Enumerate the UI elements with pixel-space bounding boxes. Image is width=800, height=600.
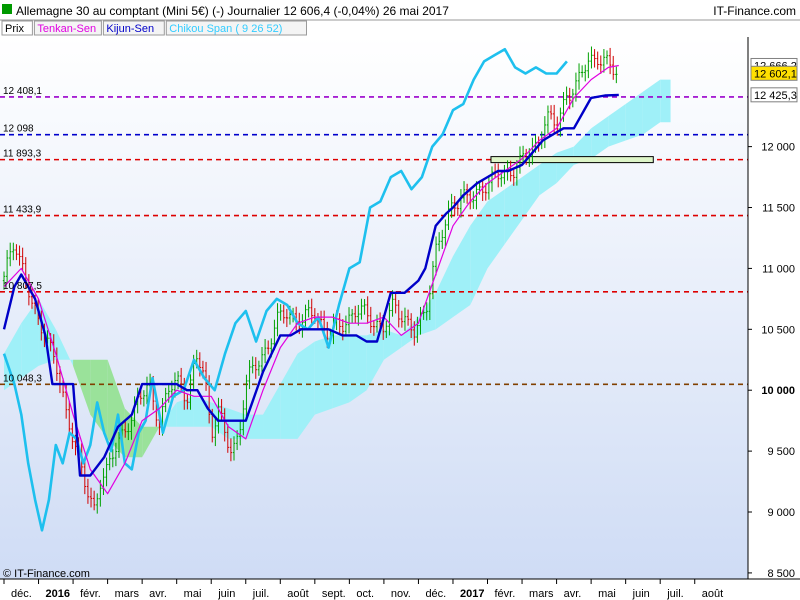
legend-item-label: Prix: [5, 23, 24, 35]
x-tick-label: août: [287, 588, 308, 600]
level-label: 10 807,5: [3, 281, 42, 292]
y-tick-label: 9 500: [767, 446, 795, 458]
x-tick-label: juin: [632, 588, 650, 600]
legend-item-label: Kijun-Sen: [106, 23, 154, 35]
level-label: 12 408,1: [3, 86, 42, 97]
price-tag-label: 12 425,3: [754, 90, 797, 102]
legend: Prix Tenkan-Sen Kijun-Sen Chikou Span ( 9 2…: [1, 20, 307, 36]
x-tick-label: juin: [217, 588, 235, 600]
y-tick-label: 10 000: [761, 385, 795, 397]
y-tick-label: 11 500: [762, 203, 795, 215]
x-tick-label: 2016: [46, 588, 70, 600]
x-tick-label: avr.: [564, 588, 582, 600]
legend-item-label: Chikou Span ( 9 26 52): [169, 23, 282, 35]
x-tick-label: août: [702, 588, 723, 600]
x-tick-label: nov.: [391, 588, 411, 600]
x-tick-label: déc.: [425, 588, 446, 600]
level-label: 11 433,9: [3, 205, 42, 216]
level-label: 12 098: [3, 124, 34, 135]
price-tags: 12 666,212 602,112 425,3: [750, 57, 798, 103]
y-tick-label: 9 000: [767, 507, 795, 519]
kumo-segment: [332, 335, 350, 409]
legend-item-label: Tenkan-Sen: [37, 23, 96, 35]
y-tick-label: 11 000: [762, 263, 795, 275]
level-label: 10 048,3: [3, 373, 42, 384]
y-tick-label: 12 000: [761, 142, 795, 154]
y-tick-label: 8 500: [767, 568, 795, 580]
instrument-icon: [2, 4, 12, 14]
ichimoku-chart: Allemagne 30 au comptant (Mini 5€) (-) J…: [0, 0, 800, 600]
x-tick-label: oct.: [356, 588, 374, 600]
x-tick-label: 2017: [460, 588, 484, 600]
x-tick-label: mai: [598, 588, 616, 600]
range-box: [490, 156, 654, 164]
level-label: 11 893,3: [3, 149, 42, 160]
chart-title: Allemagne 30 au comptant (Mini 5€) (-) J…: [16, 4, 449, 18]
x-tick-label: juil.: [666, 588, 684, 600]
x-tick-label: févr.: [80, 588, 101, 600]
x-tick-label: avr.: [149, 588, 167, 600]
x-tick-label: mars: [115, 588, 140, 600]
copyright-label: © IT-Finance.com: [3, 568, 90, 580]
x-tick-label: déc.: [11, 588, 32, 600]
kumo-segment: [245, 414, 264, 439]
price-tag-label: 12 602,1: [754, 68, 797, 80]
x-tick-label: févr.: [495, 588, 516, 600]
brand-label: IT-Finance.com: [713, 4, 796, 18]
y-tick-label: 10 500: [761, 324, 795, 336]
x-axis: déc. 2016 févr. mars avr. mai juin juil. août sep…: [3, 579, 723, 600]
x-tick-label: mars: [529, 588, 554, 600]
x-tick-label: mai: [184, 588, 202, 600]
x-tick-label: juil.: [252, 588, 270, 600]
x-tick-label: sept.: [322, 588, 346, 600]
kumo-segment: [660, 79, 671, 123]
